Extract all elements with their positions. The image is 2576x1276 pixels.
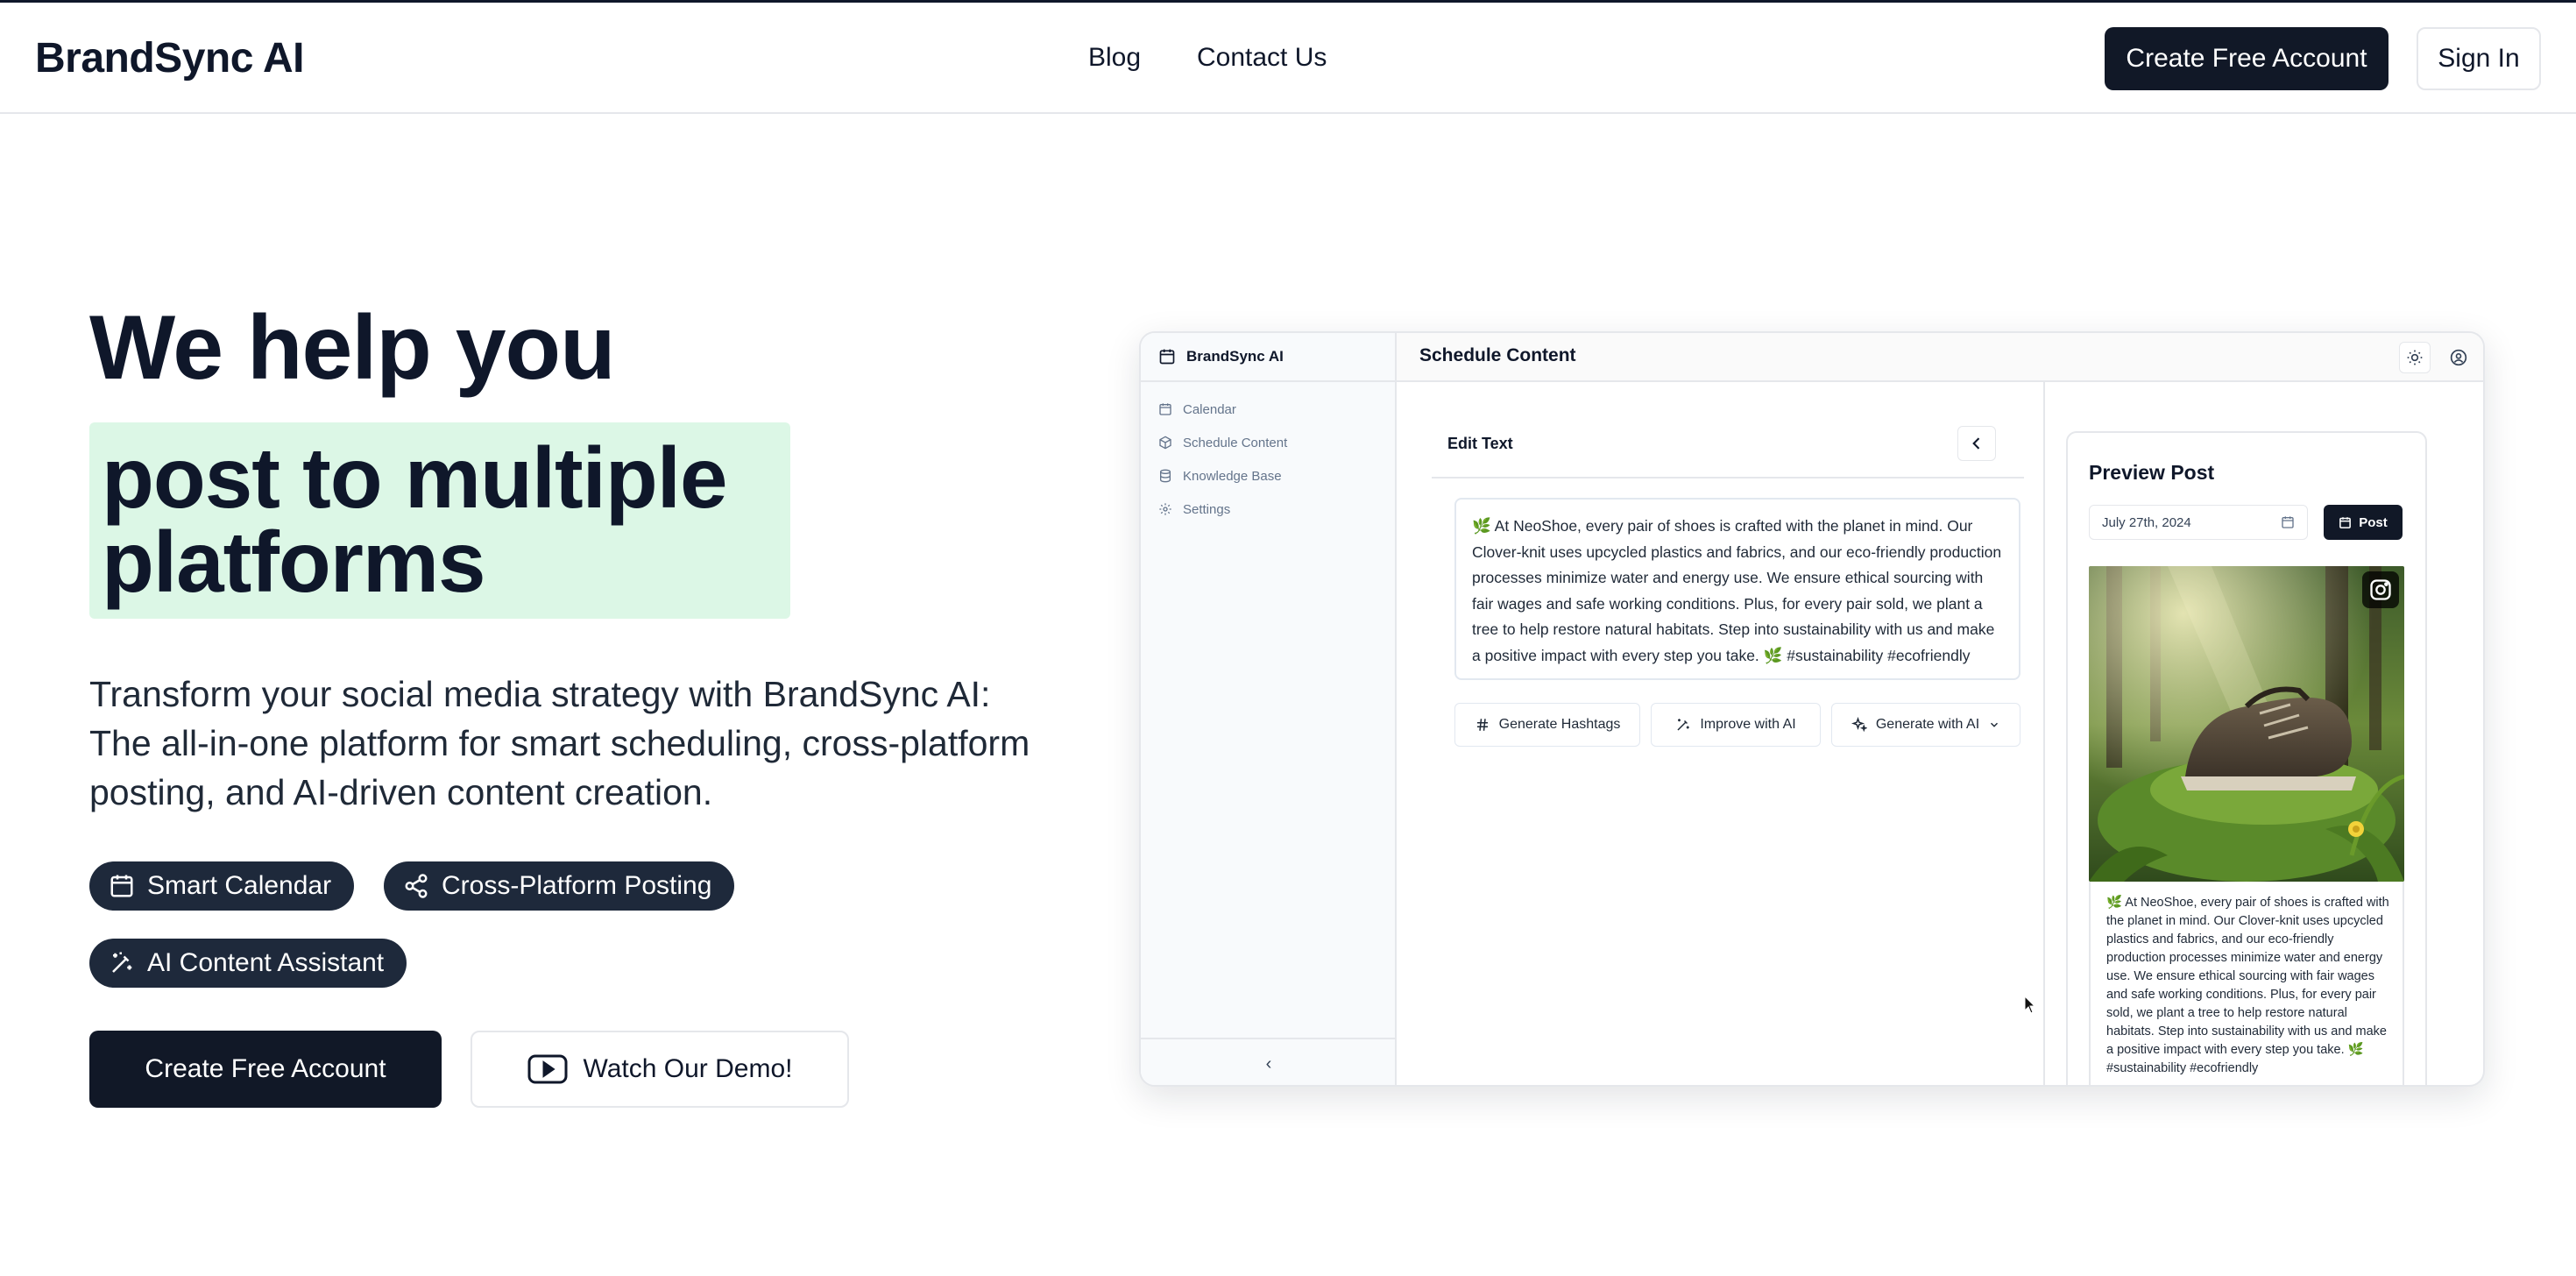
chevron-left-icon: ‹ [1265,1053,1272,1074]
edit-text-panel: Edit Text 🌿 At NeoShoe, every pair of sh… [1397,382,2045,1085]
theme-toggle-button[interactable] [2399,342,2431,373]
mouse-cursor-icon [2024,996,2036,1014]
collapse-panel-button[interactable] [1957,426,1996,461]
sidebar-item-label: Settings [1183,501,1231,517]
sidebar-item-calendar[interactable]: Calendar [1158,396,1236,422]
feature-pill-label: Cross-Platform Posting [442,871,712,900]
hero-headline-line1: We help you [89,297,616,399]
post-date-value: July 27th, 2024 [2102,514,2191,530]
magic-wand-icon [1677,719,1690,731]
improve-with-ai-label: Improve with AI [1700,717,1796,732]
app-topbar: Schedule Content [1397,333,2483,382]
app-brand-name: BrandSync AI [1186,348,1284,365]
divider [1432,477,2024,478]
feature-pill-label: AI Content Assistant [147,948,385,977]
sparkles-icon [1851,717,1867,733]
sidebar-item-label: Schedule Content [1183,435,1288,450]
generate-with-ai-button[interactable]: Generate with AI [1831,703,2020,747]
edit-text-title: Edit Text [1447,435,1513,452]
preview-post-panel: Preview Post July 27th, 2024 Post 🌿 At N… [2066,431,2427,1085]
database-icon [1160,469,1171,483]
chevron-down-icon [1991,722,1999,727]
instagram-icon [2370,579,2391,600]
nav-link-blog[interactable]: Blog [1088,43,1141,73]
shoe-in-forest-illustration [2089,566,2404,882]
post-caption: 🌿 At NeoShoe, every pair of shoes is cra… [2089,882,2404,1085]
sidebar-item-label: Knowledge Base [1183,468,1282,484]
gear-icon [1159,503,1171,515]
magic-wand-icon [112,952,132,973]
calendar-icon [1159,349,1175,365]
hash-icon [1476,719,1488,731]
chevron-left-icon [1972,437,1980,450]
sidebar-collapse-button[interactable]: ‹ [1141,1038,1397,1085]
watch-demo-label: Watch Our Demo! [583,1054,793,1083]
feature-pill-ai-assistant: AI Content Assistant [89,939,407,988]
sun-icon [2407,350,2423,365]
app-preview-window: BrandSync AI Calendar Schedule Content K… [1139,331,2485,1087]
improve-with-ai-button[interactable]: Improve with AI [1651,703,1821,747]
user-circle-icon [2450,349,2467,366]
post-text-input[interactable]: 🌿 At NeoShoe, every pair of shoes is cra… [1454,498,2020,680]
hero-create-account-button[interactable]: Create Free Account [89,1031,442,1108]
brand-logo[interactable]: BrandSync AI [35,34,304,82]
generate-hashtags-label: Generate Hashtags [1498,717,1621,732]
calendar-icon [110,875,133,897]
sidebar-item-label: Calendar [1183,401,1236,417]
user-account-button[interactable] [2443,342,2474,373]
youtube-icon [527,1054,568,1084]
watch-demo-button[interactable]: Watch Our Demo! [471,1031,849,1108]
sidebar-item-knowledge-base[interactable]: Knowledge Base [1158,463,1282,489]
share-icon [405,874,428,898]
feature-pill-label: Smart Calendar [147,871,332,900]
sign-in-button[interactable]: Sign In [2417,27,2541,90]
generate-with-ai-label: Generate with AI [1875,717,1980,732]
feature-pill-calendar: Smart Calendar [89,861,355,911]
hero-subtitle: Transform your social media strategy wit… [89,674,1030,812]
calendar-icon [1159,403,1171,415]
app-sidebar-header: BrandSync AI [1141,333,1397,382]
post-button-label: Post [2359,514,2388,530]
package-icon [1159,436,1171,450]
post-image [2089,566,2404,882]
nav-create-account-button[interactable]: Create Free Account [2105,27,2388,90]
top-nav: BrandSync AI Blog Contact Us Create Free… [0,0,2576,114]
sidebar-item-settings[interactable]: Settings [1158,496,1230,522]
app-sidebar: BrandSync AI Calendar Schedule Content K… [1141,333,1397,1085]
app-page-title: Schedule Content [1419,345,1576,365]
post-date-picker[interactable]: July 27th, 2024 [2089,505,2308,540]
feature-pill-cross-platform: Cross-Platform Posting [384,861,735,911]
preview-post-title: Preview Post [2089,461,2215,484]
hero-headline-highlighted: post to multiple platforms [102,429,728,610]
instagram-badge [2362,571,2399,608]
generate-hashtags-button[interactable]: Generate Hashtags [1454,703,1640,747]
post-button[interactable]: Post [2324,505,2403,540]
calendar-icon [2339,516,2352,528]
sidebar-item-schedule-content[interactable]: Schedule Content [1158,429,1287,456]
calendar-icon [2282,516,2294,528]
nav-link-contact[interactable]: Contact Us [1197,43,1327,73]
